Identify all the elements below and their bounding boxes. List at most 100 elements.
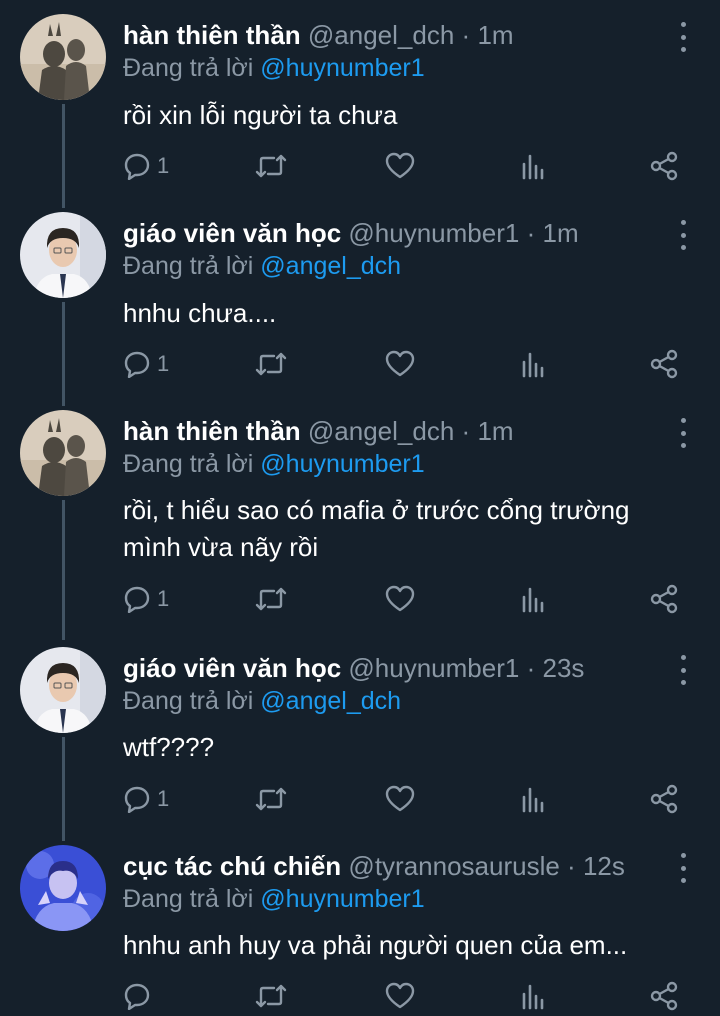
share-icon xyxy=(650,349,678,379)
tweet-actions: 1 xyxy=(123,782,690,816)
more-options-icon[interactable] xyxy=(670,218,696,252)
retweet-icon xyxy=(255,154,287,178)
reply-button[interactable]: 1 xyxy=(123,149,169,183)
timestamp[interactable]: 1m xyxy=(477,20,513,50)
tweet-actions: 1 xyxy=(123,347,690,381)
separator-dot: · xyxy=(461,20,471,50)
reply-count: 1 xyxy=(157,153,170,178)
display-name[interactable]: hàn thiên thần xyxy=(123,416,301,446)
tweet[interactable]: giáo viên văn học @huynumber1 · 1m Đang … xyxy=(0,212,720,402)
more-options-icon[interactable] xyxy=(670,20,696,54)
avatar[interactable] xyxy=(20,212,106,298)
tweet[interactable]: hàn thiên thần @angel_dch · 1m Đang trả … xyxy=(0,410,720,640)
analytics-button[interactable] xyxy=(520,582,546,616)
retweet-button[interactable] xyxy=(254,347,288,381)
analytics-button[interactable] xyxy=(520,782,546,816)
replying-to: Đang trả lời @huynumber1 xyxy=(123,52,425,84)
like-button[interactable] xyxy=(385,149,415,183)
analytics-icon xyxy=(522,352,544,378)
heart-icon xyxy=(385,982,415,1009)
timestamp[interactable]: 12s xyxy=(583,851,625,881)
display-name[interactable]: cục tác chú chiến xyxy=(123,851,341,881)
user-handle[interactable]: @angel_dch xyxy=(308,416,454,446)
reply-icon xyxy=(124,351,150,378)
replying-to: Đang trả lời @huynumber1 xyxy=(123,448,425,480)
avatar[interactable] xyxy=(20,845,106,931)
user-handle[interactable]: @huynumber1 xyxy=(348,653,519,683)
separator-dot: · xyxy=(526,218,536,248)
share-button[interactable] xyxy=(649,347,679,381)
tweet[interactable]: hàn thiên thần @angel_dch · 1m Đang trả … xyxy=(0,14,720,204)
more-options-icon[interactable] xyxy=(670,851,696,885)
like-button[interactable] xyxy=(385,347,415,381)
tweet-text-line: rồi xin lỗi người ta chưa xyxy=(123,100,398,130)
display-name[interactable]: hàn thiên thần xyxy=(123,20,301,50)
replying-to-label: Đang trả lời xyxy=(123,252,254,280)
reply-icon xyxy=(124,786,150,813)
separator-dot: · xyxy=(461,416,471,446)
reply-button[interactable] xyxy=(123,979,157,1013)
timestamp[interactable]: 23s xyxy=(542,653,584,683)
tweet-text: hnhu anh huy va phải người quen của em..… xyxy=(123,927,683,964)
retweet-icon xyxy=(255,352,287,376)
share-icon xyxy=(650,784,678,814)
timestamp[interactable]: 1m xyxy=(542,218,578,248)
analytics-button[interactable] xyxy=(520,347,546,381)
reply-button[interactable]: 1 xyxy=(123,347,169,381)
like-button[interactable] xyxy=(385,979,415,1013)
analytics-icon xyxy=(522,984,544,1010)
retweet-button[interactable] xyxy=(254,582,288,616)
analytics-icon xyxy=(522,154,544,180)
tweet-text: hnhu chưa.... xyxy=(123,295,683,332)
display-name[interactable]: giáo viên văn học xyxy=(123,218,341,248)
heart-icon xyxy=(385,350,415,377)
more-options-icon[interactable] xyxy=(670,653,696,687)
replying-to-label: Đang trả lời xyxy=(123,450,254,478)
tweet-text-line: hnhu anh huy va phải người quen của em..… xyxy=(123,930,628,960)
share-button[interactable] xyxy=(649,149,679,183)
retweet-icon xyxy=(255,587,287,611)
avatar[interactable] xyxy=(20,410,106,496)
tweet-text: wtf???? xyxy=(123,729,683,766)
user-handle[interactable]: @angel_dch xyxy=(308,20,454,50)
tweet-text-line: rồi, t hiểu sao có mafia ở trước cổng tr… xyxy=(123,495,630,525)
reply-mention-link[interactable]: @angel_dch xyxy=(260,687,401,715)
avatar[interactable] xyxy=(20,647,106,733)
tweet[interactable]: cục tác chú chiến @tyrannosaurusle · 12s… xyxy=(0,845,720,1016)
tweet[interactable]: giáo viên văn học @huynumber1 · 23s Đang… xyxy=(0,647,720,837)
more-options-icon[interactable] xyxy=(670,416,696,450)
reply-button[interactable]: 1 xyxy=(123,582,169,616)
replying-to-label: Đang trả lời xyxy=(123,687,254,715)
analytics-button[interactable] xyxy=(520,979,546,1013)
heart-icon xyxy=(385,785,415,812)
tweet-text: rồi, t hiểu sao có mafia ở trước cổng tr… xyxy=(123,492,683,566)
reply-icon xyxy=(124,153,150,180)
timestamp[interactable]: 1m xyxy=(477,416,513,446)
share-icon xyxy=(650,151,678,181)
user-handle[interactable]: @huynumber1 xyxy=(348,218,519,248)
replying-to: Đang trả lời @angel_dch xyxy=(123,685,401,717)
share-button[interactable] xyxy=(649,782,679,816)
like-button[interactable] xyxy=(385,782,415,816)
heart-icon xyxy=(385,585,415,612)
share-button[interactable] xyxy=(649,979,679,1013)
replying-to-label: Đang trả lời xyxy=(123,54,254,82)
reply-button[interactable]: 1 xyxy=(123,782,169,816)
reply-mention-link[interactable]: @angel_dch xyxy=(260,252,401,280)
reply-mention-link[interactable]: @huynumber1 xyxy=(260,885,424,913)
avatar[interactable] xyxy=(20,14,106,100)
retweet-icon xyxy=(255,787,287,811)
analytics-button[interactable] xyxy=(520,149,546,183)
share-button[interactable] xyxy=(649,582,679,616)
retweet-button[interactable] xyxy=(254,149,288,183)
display-name[interactable]: giáo viên văn học xyxy=(123,653,341,683)
like-button[interactable] xyxy=(385,582,415,616)
retweet-button[interactable] xyxy=(254,979,288,1013)
reply-mention-link[interactable]: @huynumber1 xyxy=(260,450,424,478)
retweet-button[interactable] xyxy=(254,782,288,816)
analytics-icon xyxy=(522,587,544,613)
share-icon xyxy=(650,981,678,1011)
reply-mention-link[interactable]: @huynumber1 xyxy=(260,54,424,82)
tweet-actions: 1 xyxy=(123,582,690,616)
user-handle[interactable]: @tyrannosaurusle xyxy=(348,851,559,881)
